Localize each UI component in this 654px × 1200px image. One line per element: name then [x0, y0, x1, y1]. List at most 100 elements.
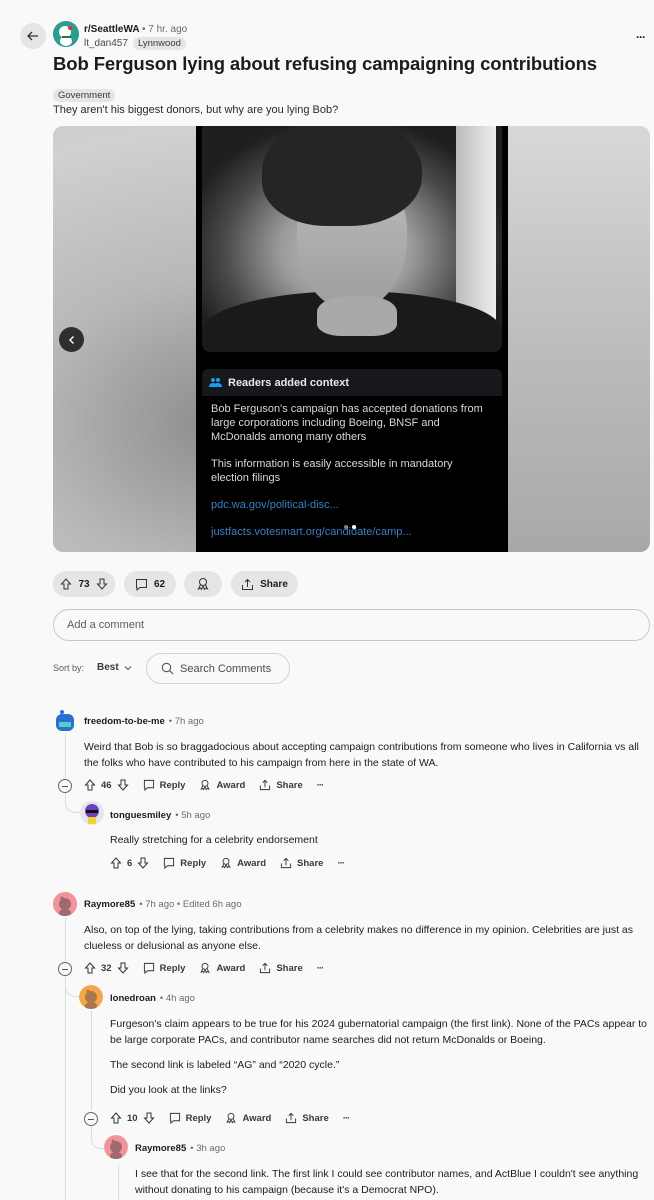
post-vote-count: 73 — [78, 578, 90, 590]
award-button[interactable]: Award — [199, 962, 245, 974]
post-share-button[interactable]: Share — [231, 571, 298, 597]
back-button[interactable] — [20, 23, 46, 49]
reply-button[interactable]: Reply — [163, 857, 206, 869]
comment-actions: 46 Reply Award Share ··· — [84, 779, 337, 791]
avatar[interactable] — [53, 892, 77, 916]
collapse-thread-button[interactable] — [58, 779, 72, 793]
comment-meta: • 7h ago — [168, 716, 204, 727]
comment-author[interactable]: tonguesmiley — [110, 810, 171, 821]
upvote-icon[interactable] — [84, 779, 96, 791]
collapse-thread-button[interactable] — [58, 962, 72, 976]
award-icon — [197, 578, 209, 591]
media-carousel[interactable]: Readers added context Bob Ferguson's cam… — [53, 126, 650, 552]
comment-more-button[interactable]: ··· — [337, 858, 344, 869]
reply-button[interactable]: Reply — [143, 779, 185, 791]
post-award-button[interactable] — [184, 571, 222, 597]
share-icon — [242, 578, 254, 590]
search-comments-input[interactable]: Search Comments — [146, 653, 290, 684]
post-comments-button[interactable]: 62 — [124, 571, 176, 597]
share-button[interactable]: Share — [285, 1112, 329, 1124]
add-comment-input[interactable]: Add a comment — [53, 609, 650, 641]
upvote-icon[interactable] — [84, 962, 96, 974]
subreddit-line: r/SeattleWA • 7 hr. ago — [84, 24, 188, 35]
comment-header: Raymore85 • 3h ago — [135, 1143, 225, 1154]
avatar[interactable] — [53, 708, 77, 732]
share-icon — [260, 779, 271, 791]
search-icon — [161, 662, 174, 675]
subreddit-name[interactable]: r/SeattleWA — [84, 24, 139, 35]
avatar-icon — [80, 801, 104, 825]
downvote-icon[interactable] — [95, 578, 108, 590]
comment-author[interactable]: lonedroan — [110, 993, 156, 1004]
chevron-down-icon — [124, 665, 132, 670]
award-icon — [200, 962, 211, 974]
people-icon — [209, 378, 222, 387]
award-icon — [226, 1112, 237, 1124]
post-overflow-menu-button[interactable]: ··· — [636, 30, 646, 44]
carousel-dot[interactable] — [344, 525, 348, 529]
comment-header: tonguesmiley • 5h ago — [110, 810, 210, 821]
snoo-avatar-icon — [79, 985, 103, 1009]
share-icon — [286, 1112, 297, 1124]
share-button[interactable]: Share — [259, 962, 303, 974]
comment-meta: • 3h ago — [190, 1143, 226, 1154]
share-button[interactable]: Share — [280, 857, 323, 869]
collapse-thread-button[interactable] — [84, 1112, 98, 1126]
community-note-title: Readers added context — [228, 376, 350, 389]
comment-meta: • 4h ago — [159, 993, 195, 1004]
avatar[interactable] — [80, 801, 104, 825]
carousel-prev-button[interactable] — [59, 327, 84, 352]
comment-more-button[interactable]: ··· — [343, 1113, 350, 1124]
award-button[interactable]: Award — [220, 857, 266, 869]
comment-author[interactable]: Raymore85 — [135, 1143, 186, 1154]
sort-dropdown[interactable]: Best — [97, 662, 132, 673]
snoo-avatar-icon — [104, 1135, 128, 1159]
note-paragraph: Bob Ferguson's campaign has accepted don… — [211, 403, 483, 443]
comment-more-button[interactable]: ··· — [317, 963, 324, 974]
carousel-dot-active[interactable] — [352, 525, 356, 529]
subreddit-mascot-icon — [53, 21, 79, 47]
comment-actions: 6 Reply Award Share ··· — [110, 857, 358, 869]
comment-body: Furgeson's claim appears to be true for … — [110, 1018, 648, 1096]
thread-connector — [65, 793, 81, 813]
comment-actions: 32 Reply Award Share ··· — [84, 962, 337, 974]
comment-more-button[interactable]: ··· — [317, 780, 324, 791]
carousel-indicator — [344, 525, 356, 529]
thread-line — [118, 1165, 119, 1200]
portrait-photo — [202, 126, 502, 352]
snoo-avatar-icon — [53, 892, 77, 916]
post-comment-count: 62 — [153, 578, 166, 590]
award-button[interactable]: Award — [199, 779, 245, 791]
downvote-icon[interactable] — [142, 1112, 155, 1124]
avatar-icon — [56, 710, 74, 731]
share-button[interactable]: Share — [259, 779, 303, 791]
post-flair[interactable]: Government — [53, 89, 116, 102]
thread-line — [65, 918, 66, 1200]
comment-header: freedom-to-be-me • 7h ago — [84, 716, 204, 727]
comment-author[interactable]: freedom-to-be-me — [84, 716, 165, 727]
comment-body: Weird that Bob is so braggadocious about… — [84, 741, 639, 769]
comment-author[interactable]: Raymore85 — [84, 899, 135, 910]
upvote-icon[interactable] — [110, 1112, 122, 1124]
upvote-icon[interactable] — [60, 578, 73, 590]
screenshot-image: Readers added context Bob Ferguson's cam… — [196, 126, 508, 552]
avatar[interactable] — [79, 985, 103, 1009]
award-button[interactable]: Award — [225, 1112, 271, 1124]
comment-vote-count: 32 — [101, 962, 112, 974]
comment-icon — [143, 962, 154, 974]
downvote-icon[interactable] — [137, 857, 149, 869]
avatar[interactable] — [104, 1135, 128, 1159]
comment-body: Really stretching for a celebrity endors… — [110, 834, 318, 846]
subreddit-avatar[interactable] — [53, 21, 79, 47]
upvote-icon[interactable] — [110, 857, 122, 869]
reply-button[interactable]: Reply — [143, 962, 185, 974]
comment-header: lonedroan • 4h ago — [110, 993, 195, 1004]
downvote-icon[interactable] — [116, 962, 129, 974]
author-name[interactable]: lt_dan457 — [84, 38, 128, 49]
reply-button[interactable]: Reply — [169, 1112, 211, 1124]
comment-vote-count: 10 — [127, 1112, 138, 1124]
downvote-icon[interactable] — [116, 779, 129, 791]
comment-meta: • 7h ago • Edited 6h ago — [139, 899, 242, 910]
arrow-left-icon — [27, 31, 38, 41]
comment-meta: • 5h ago — [175, 810, 211, 821]
